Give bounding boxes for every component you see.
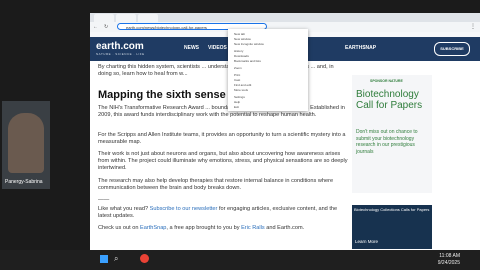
taskbar-time: 11:08 AM (439, 253, 460, 259)
menu-item[interactable]: Settings (234, 95, 245, 99)
article-paragraph: The research may also help develop thera… (98, 178, 334, 191)
text: , a free app brought to you by (166, 225, 242, 231)
menu-item[interactable]: Exit (234, 105, 239, 109)
text: Check us out on (98, 225, 140, 231)
menu-item[interactable]: Find and edit (234, 83, 251, 87)
site-logo-sub: NATURE · SCIENCE · LIFE (96, 52, 145, 56)
menu-item[interactable]: Print (234, 73, 240, 77)
nav-videos[interactable]: VIDEOS (208, 45, 227, 51)
ad-tag: SPONSOR NATURE (370, 79, 403, 83)
newsletter-link[interactable]: Subscribe to our newsletter (150, 206, 218, 212)
reload-icon[interactable]: ↻ (104, 24, 108, 30)
chrome-taskbar-icon[interactable] (140, 254, 149, 263)
menu-item[interactable]: New window (234, 37, 251, 41)
ad-title: Biotechnology Call for Papers (356, 89, 423, 111)
webcam-overlay: Panergy-Sabrina (2, 101, 50, 189)
sponsor-ad[interactable]: SPONSOR NATURE Biotechnology Call for Pa… (352, 75, 432, 193)
newsletter-paragraph: Like what you read? Subscribe to our new… (98, 206, 348, 220)
subscribe-button[interactable]: SUBSCRIBE (434, 42, 470, 56)
earthsnap-link[interactable]: EarthSnap (140, 225, 166, 231)
menu-item[interactable]: More tools (234, 88, 248, 92)
menu-item[interactable]: Zoom (234, 66, 242, 70)
taskbar-date: 9/24/2025 (437, 260, 460, 266)
text: Like what you read? (98, 206, 150, 212)
menu-item[interactable]: Bookmarks and lists (234, 59, 261, 63)
webcam-person (8, 113, 44, 173)
collections-ad[interactable]: Biotechnology Collections Calls for Pape… (352, 205, 432, 249)
nav-news[interactable]: NEWS (184, 45, 199, 51)
back-icon[interactable]: ← (93, 24, 98, 30)
search-icon[interactable]: ⌕ (114, 254, 118, 264)
ad2-cta[interactable]: Learn More (355, 239, 378, 244)
menu-item[interactable]: History (234, 49, 243, 53)
menu-item[interactable]: New Incognito window (234, 42, 264, 46)
separator: —— (98, 197, 110, 203)
menu-icon[interactable]: ⋮ (470, 23, 476, 30)
text: and Earth.com. (264, 225, 305, 231)
menu-item[interactable]: New tab (234, 32, 245, 36)
article: By charting this hidden system, scientis… (90, 61, 350, 250)
tab[interactable] (116, 14, 136, 22)
webcam-name: Panergy-Sabrina (5, 179, 43, 185)
menu-item[interactable]: Cast (234, 78, 240, 82)
tab[interactable] (94, 14, 114, 22)
earthsnap-paragraph: Check us out on EarthSnap, a free app br… (98, 225, 348, 232)
browser-menu: New tab New window New Incognito window … (228, 29, 308, 111)
author-link[interactable]: Eric Ralls (241, 225, 265, 231)
article-paragraph: By charting this hidden system, scientis… (98, 64, 334, 77)
sidebar: SPONSOR NATURE Biotechnology Call for Pa… (348, 61, 480, 250)
ad2-title: Biotechnology Collections Calls for Pape… (354, 207, 430, 212)
article-paragraph: For the Scripps and Allen Institute team… (98, 132, 346, 145)
menu-item[interactable]: Help (234, 100, 240, 104)
menu-item[interactable]: Downloads (234, 54, 249, 58)
nav-earthsnap[interactable]: EARTHSNAP (345, 45, 376, 51)
article-paragraph: The NIH's Transformative Research Award … (98, 105, 345, 118)
article-paragraph: Their work is not just about neurons and… (98, 151, 348, 171)
taskbar: ⌕ 11:08 AM 9/24/2025 (0, 250, 480, 270)
ad-body: Don't miss out on chance to submit your … (356, 129, 418, 155)
site-logo[interactable]: earth.com (96, 41, 144, 52)
tab-strip (90, 13, 480, 22)
windows-start-icon[interactable] (100, 255, 108, 263)
section-heading: Mapping the sixth sense (98, 89, 226, 101)
tab[interactable] (138, 14, 158, 22)
